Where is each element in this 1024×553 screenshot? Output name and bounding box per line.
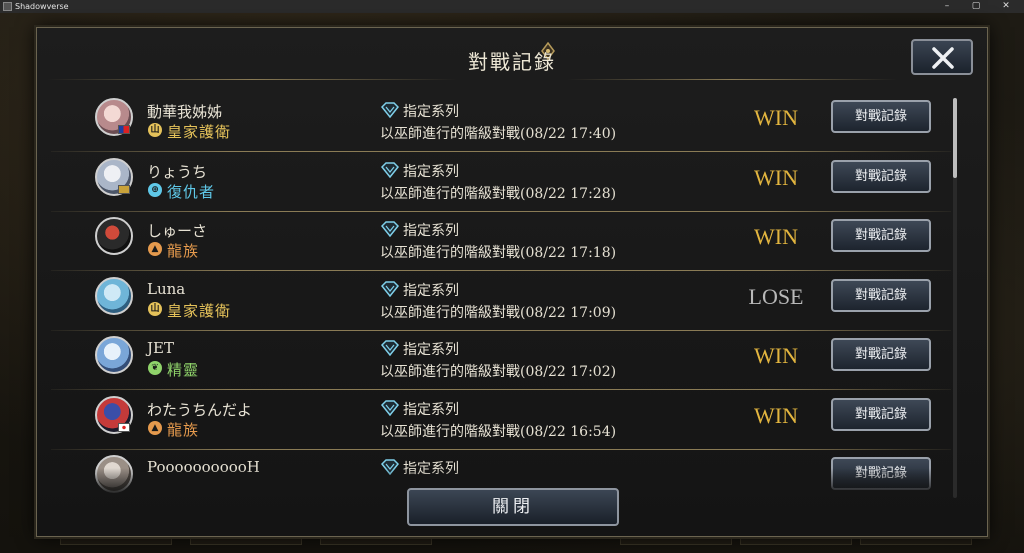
format-label: 指定系列 bbox=[403, 163, 459, 180]
match-result: WIN bbox=[754, 343, 798, 368]
crown-shield-icon: 山 bbox=[148, 301, 162, 316]
player-name: 動華我姊姊 bbox=[147, 103, 223, 121]
format-label: 指定系列 bbox=[403, 223, 459, 239]
view-record-button[interactable]: 對戰記錄 bbox=[831, 159, 931, 193]
class-name: 龍族 bbox=[167, 242, 200, 260]
format-diamond-icon bbox=[381, 340, 399, 356]
class-name: 龍族 bbox=[167, 420, 200, 439]
player-avatar[interactable] bbox=[95, 276, 133, 315]
view-record-button[interactable]: 對戰記錄 bbox=[831, 219, 931, 252]
match-description: 以巫師進行的階級對戰(08/22 17:09) bbox=[380, 304, 617, 321]
match-result: WIN bbox=[754, 402, 798, 428]
format-diamond-icon bbox=[381, 161, 399, 178]
dialog-title: 對戰記錄 bbox=[468, 50, 556, 74]
format-diamond-icon bbox=[381, 280, 399, 297]
view-record-button[interactable]: 對戰記錄 bbox=[831, 100, 931, 133]
view-record-button[interactable]: 對戰記錄 bbox=[831, 397, 931, 431]
class-name: 精靈 bbox=[167, 361, 200, 379]
match-row-1: 動華我姊姊 山 皇家護衛 指定系列 以巫師進行的階級對戰(08/22 17:40… bbox=[51, 93, 951, 153]
view-record-button[interactable]: 對戰記錄 bbox=[831, 278, 931, 312]
match-description: 以巫師進行的階級對戰(08/22 16:54) bbox=[380, 423, 617, 440]
format-diamond-icon bbox=[381, 399, 399, 416]
class-name: 皇家護衛 bbox=[167, 123, 232, 141]
window-titlebar: Shadowverse – ▢ ✕ bbox=[0, 0, 1024, 13]
badge-icon bbox=[118, 184, 130, 194]
match-result: WIN bbox=[754, 224, 798, 249]
class-name: 皇家護衛 bbox=[167, 301, 232, 320]
dragon-icon: ▲ bbox=[148, 420, 162, 435]
player-name: JET bbox=[147, 339, 174, 357]
scrollbar-thumb[interactable] bbox=[953, 98, 957, 178]
window-close-button[interactable]: ✕ bbox=[992, 0, 1020, 13]
format-label: 指定系列 bbox=[403, 104, 459, 120]
format-diamond-icon bbox=[381, 102, 399, 118]
title-divider-left bbox=[47, 79, 457, 80]
match-result: WIN bbox=[754, 105, 798, 130]
match-description: 以巫師進行的階級對戰(08/22 17:40) bbox=[380, 126, 617, 142]
app-icon bbox=[3, 2, 12, 11]
player-avatar[interactable] bbox=[95, 217, 133, 255]
close-button[interactable]: 關閉 bbox=[407, 488, 619, 526]
battle-record-dialog: 對戰記錄 動華我姊姊 山 皇家護衛 指定系列 以巫師進行的階級對戰(08/22 … bbox=[36, 27, 988, 537]
match-row-3: しゅーさ ▲ 龍族 指定系列 以巫師進行的階級對戰(08/22 17:18) W… bbox=[51, 212, 951, 272]
dialog-close-x-button[interactable] bbox=[911, 39, 973, 75]
minimize-button[interactable]: – bbox=[933, 0, 961, 13]
match-result: WIN bbox=[754, 164, 798, 190]
format-label: 指定系列 bbox=[403, 401, 459, 418]
player-name: わたうちんだよ bbox=[147, 400, 253, 419]
window-title: Shadowverse bbox=[15, 2, 69, 11]
close-icon bbox=[932, 47, 954, 69]
player-name: しゅーさ bbox=[147, 222, 208, 240]
match-row-6: わたうちんだよ ▲ 龍族 指定系列 以巫師進行的階級對戰(08/22 16:54… bbox=[51, 391, 951, 451]
crown-shield-icon: 山 bbox=[148, 123, 162, 137]
player-name: りょうち bbox=[147, 162, 208, 181]
match-row-4: Luna 山 皇家護衛 指定系列 以巫師進行的階級對戰(08/22 17:09)… bbox=[51, 272, 951, 332]
match-description: 以巫師進行的階級對戰(08/22 17:02) bbox=[380, 364, 617, 380]
leaf-icon: ❦ bbox=[148, 361, 162, 375]
avenger-icon: ⊕ bbox=[148, 182, 162, 197]
match-list[interactable]: 動華我姊姊 山 皇家護衛 指定系列 以巫師進行的階級對戰(08/22 17:40… bbox=[51, 93, 951, 494]
match-description: 以巫師進行的階級對戰(08/22 17:18) bbox=[380, 245, 617, 261]
player-name: Luna bbox=[147, 279, 186, 298]
tw-flag-icon bbox=[118, 125, 130, 134]
match-result: LOSE bbox=[748, 283, 804, 309]
dragon-icon: ▲ bbox=[148, 242, 162, 256]
maximize-button[interactable]: ▢ bbox=[962, 0, 990, 13]
match-row-2: りょうち ⊕ 復仇者 指定系列 以巫師進行的階級對戰(08/22 17:28) … bbox=[51, 153, 951, 213]
player-avatar[interactable] bbox=[95, 336, 133, 374]
title-divider-right bbox=[567, 79, 897, 80]
format-diamond-icon bbox=[381, 221, 399, 237]
format-label: 指定系列 bbox=[403, 282, 459, 299]
format-label: 指定系列 bbox=[403, 342, 459, 358]
class-name: 復仇者 bbox=[167, 182, 216, 201]
jp-flag-icon bbox=[118, 422, 130, 432]
match-description: 以巫師進行的階級對戰(08/22 17:28) bbox=[380, 185, 617, 202]
match-row-5: JET ❦ 精靈 指定系列 以巫師進行的階級對戰(08/22 17:02) WI… bbox=[51, 331, 951, 391]
view-record-button[interactable]: 對戰記錄 bbox=[831, 338, 931, 371]
